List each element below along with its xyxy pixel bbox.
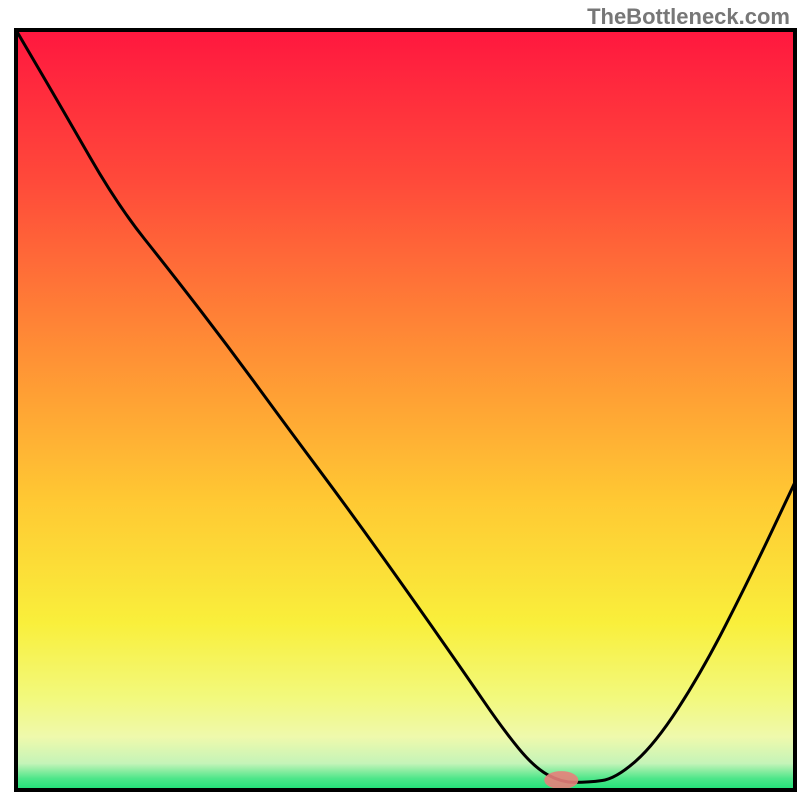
bottleneck-chart: [0, 0, 800, 800]
chart-wrapper: TheBottleneck.com: [0, 0, 800, 800]
optimal-marker: [544, 771, 578, 789]
gradient-background: [16, 30, 795, 790]
plot-area: [16, 30, 795, 790]
watermark-text: TheBottleneck.com: [587, 4, 790, 30]
